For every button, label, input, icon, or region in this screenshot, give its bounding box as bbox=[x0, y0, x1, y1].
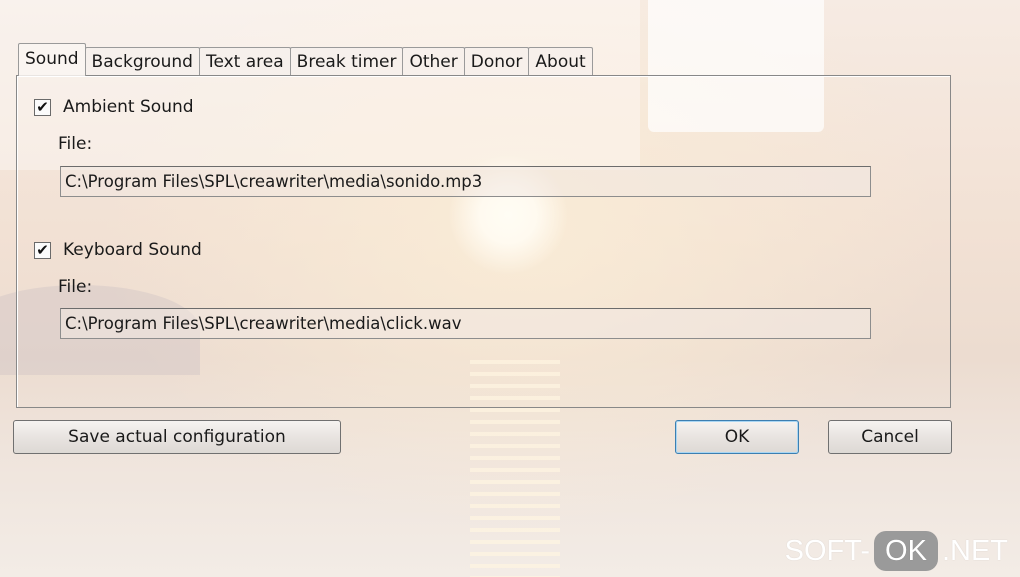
ambient-file-label: File: bbox=[58, 134, 93, 154]
keyboard-sound-label: Keyboard Sound bbox=[63, 240, 202, 260]
ambient-sound-checkbox[interactable]: ✔ bbox=[34, 98, 51, 116]
ambient-sound-label: Ambient Sound bbox=[63, 97, 194, 117]
watermark-mid: OK bbox=[874, 531, 938, 571]
tab-background[interactable]: Background bbox=[84, 47, 200, 76]
keyboard-file-field[interactable]: C:\Program Files\SPL\creawriter\media\cl… bbox=[60, 308, 871, 339]
keyboard-sound-row: ✔ Keyboard Sound bbox=[34, 240, 202, 260]
tab-text-area[interactable]: Text area bbox=[198, 47, 291, 76]
tab-break-timer[interactable]: Break timer bbox=[289, 47, 404, 76]
keyboard-file-label: File: bbox=[58, 277, 93, 297]
watermark-logo: SOFT- OK .NET bbox=[785, 531, 1008, 571]
tab-about[interactable]: About bbox=[528, 47, 593, 76]
ambient-sound-row: ✔ Ambient Sound bbox=[34, 97, 194, 117]
tab-donor[interactable]: Donor bbox=[463, 47, 530, 76]
ok-button[interactable]: OK bbox=[675, 420, 799, 454]
tab-other[interactable]: Other bbox=[402, 47, 465, 76]
tab-strip: Sound Background Text area Break timer O… bbox=[18, 43, 593, 76]
save-configuration-button[interactable]: Save actual configuration bbox=[13, 420, 341, 454]
tab-sound[interactable]: Sound bbox=[18, 43, 86, 76]
watermark-left: SOFT- bbox=[784, 534, 871, 567]
watermark-right: .NET bbox=[941, 534, 1008, 567]
keyboard-sound-checkbox[interactable]: ✔ bbox=[34, 241, 51, 259]
ambient-file-field[interactable]: C:\Program Files\SPL\creawriter\media\so… bbox=[60, 166, 871, 197]
cancel-button[interactable]: Cancel bbox=[828, 420, 952, 454]
